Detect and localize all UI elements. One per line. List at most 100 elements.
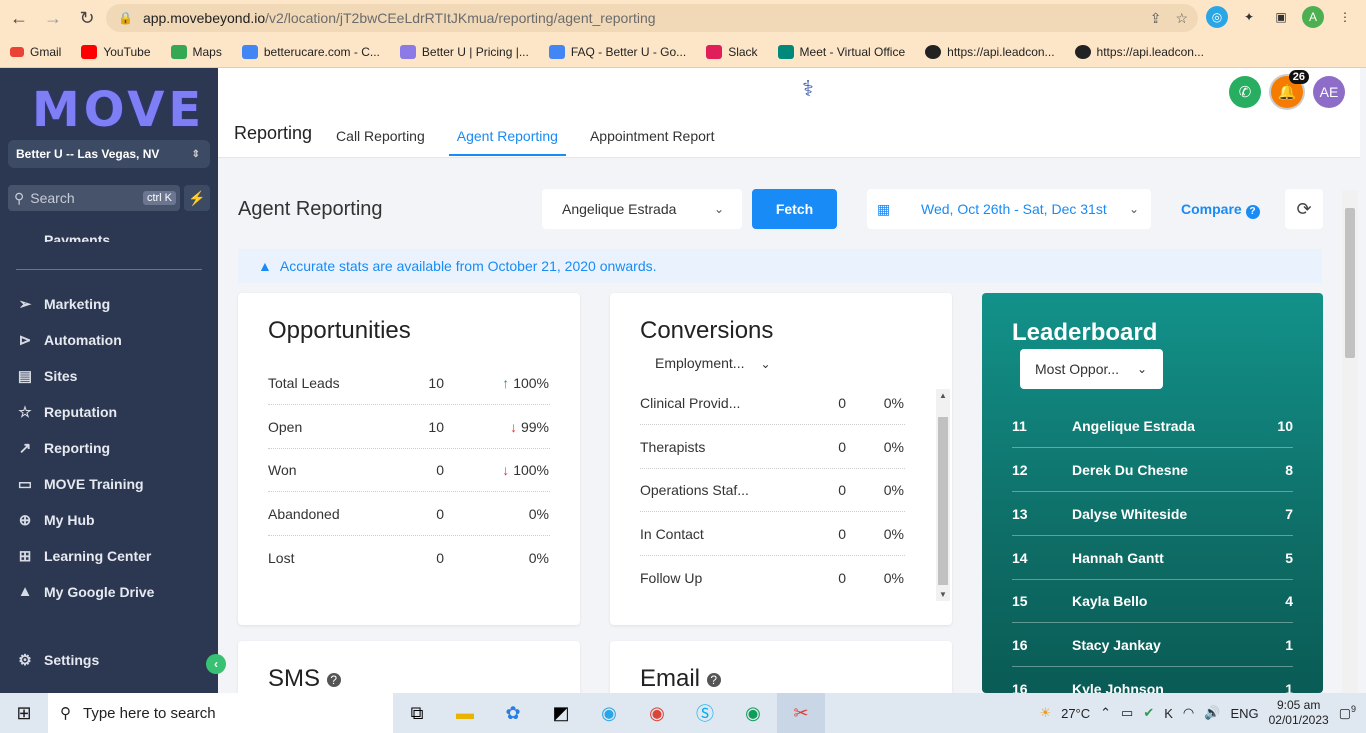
app-icon[interactable]: ✿ — [489, 693, 537, 733]
sidebar-item-learning-center[interactable]: ⊞ Learning Center — [16, 547, 152, 565]
bookmark-star-icon[interactable]: ☆ — [1175, 10, 1188, 27]
updown-icon: ⇕ — [191, 148, 200, 160]
puzzle-icon[interactable]: ✦ — [1238, 6, 1260, 28]
app-icon[interactable]: ◩ — [537, 693, 585, 733]
taskbar-search[interactable]: ⚲ Type here to search — [48, 693, 393, 733]
leaderboard-metric-select[interactable]: Most Oppor... ⌄ — [1020, 349, 1163, 389]
app-icon[interactable]: ✂ — [777, 693, 825, 733]
sidebar-search[interactable]: ⚲ Search ctrl K — [8, 185, 180, 211]
bookmark-maps[interactable]: Maps — [170, 44, 222, 59]
quick-action-icon[interactable]: ⚡ — [184, 185, 210, 211]
help-icon[interactable]: ? — [326, 672, 341, 687]
notification-center-icon[interactable]: ▢9 — [1339, 704, 1356, 721]
task-view-icon[interactable]: ⧉ — [393, 693, 441, 733]
sidebar-item-my-hub[interactable]: ⊕ My Hub — [16, 511, 95, 529]
bookmark-leadcon-2[interactable]: https://api.leadcon... — [1074, 44, 1204, 59]
sidebar-divider — [16, 269, 202, 270]
bookmark-pricing[interactable]: Better U | Pricing |... — [399, 44, 529, 59]
search-icon: ⚲ — [60, 705, 71, 722]
forward-icon[interactable]: → — [38, 3, 68, 33]
notifications-button[interactable]: 🔔 26 — [1271, 70, 1309, 108]
clock[interactable]: 9:05 am 02/01/2023 — [1269, 698, 1329, 728]
bookmark-leadcon-1[interactable]: https://api.leadcon... — [925, 44, 1055, 59]
leaderboard-row: 13 Dalyse Whiteside 7 — [1012, 492, 1293, 536]
shield-icon[interactable]: ✔ — [1143, 705, 1154, 721]
browser-toolbar: ← → ↻ 🔒 app.movebeyond.io/v2/location/jT… — [0, 0, 1366, 36]
table-row: Won 0 ↓ 100% — [268, 448, 550, 492]
location-select[interactable]: Better U -- Las Vegas, NV ⇕ — [8, 140, 210, 168]
section-title: Reporting — [234, 123, 313, 143]
bookmark-betterucare[interactable]: betterucare.com - C... — [241, 44, 380, 59]
sidebar-item-settings[interactable]: ⚙ Settings — [16, 651, 99, 669]
extension-icon[interactable]: ◎ — [1206, 6, 1228, 28]
sidebar-item-payments[interactable]: Payments — [16, 228, 110, 242]
search-icon: ⚲ — [14, 189, 25, 206]
scroll-up-icon[interactable]: ▲ — [939, 391, 947, 400]
address-bar[interactable]: 🔒 app.movebeyond.io/v2/location/jT2bwCEe… — [106, 4, 1198, 32]
star-icon: ☆ — [18, 404, 32, 421]
chrome-icon[interactable]: ◉ — [633, 693, 681, 733]
bookmark-faq[interactable]: FAQ - Better U - Go... — [548, 44, 686, 59]
table-row: Total Leads 10 ↑ 100% — [268, 361, 550, 405]
bookmark-youtube[interactable]: YouTube — [81, 44, 151, 59]
scrollbar-thumb[interactable] — [1345, 208, 1355, 358]
file-explorer-icon[interactable]: ▬ — [441, 693, 489, 733]
sidebar-item-reputation[interactable]: ☆ Reputation — [16, 403, 117, 421]
gear-icon: ⚙ — [18, 652, 32, 669]
sidepanel-icon[interactable]: ▣ — [1270, 6, 1292, 28]
agent-select[interactable]: Angelique Estrada ⌄ — [542, 189, 742, 229]
sidebar-item-automation[interactable]: ⊳ Automation — [16, 331, 122, 349]
sidebar-item-reporting[interactable]: ↗ Reporting — [16, 439, 110, 457]
collapse-sidebar-button[interactable]: ‹ — [206, 654, 226, 674]
fetch-button[interactable]: Fetch — [752, 189, 837, 229]
profile-avatar[interactable]: A — [1302, 6, 1324, 28]
send-icon: ➢ — [18, 296, 32, 313]
compare-button[interactable]: Compare ? — [1181, 201, 1260, 219]
user-avatar[interactable]: AE — [1313, 76, 1345, 108]
warning-icon: ▲ — [258, 258, 272, 274]
scrollbar-thumb[interactable] — [938, 417, 948, 585]
scroll-down-icon[interactable]: ▼ — [939, 590, 947, 599]
notifications-badge: 26 — [1288, 70, 1309, 84]
sms-card: SMS ? — [238, 641, 580, 693]
chevron-down-icon: ⌄ — [1136, 362, 1147, 376]
page-scrollbar[interactable] — [1342, 190, 1358, 693]
chrome-icon[interactable]: ◉ — [729, 693, 777, 733]
share-icon[interactable]: ⇪ — [1150, 10, 1162, 27]
conversions-scrollbar[interactable]: ▲ ▼ — [936, 389, 950, 601]
wifi-icon[interactable]: ◠ — [1183, 705, 1194, 721]
chevron-left-icon: ‹ — [214, 657, 218, 671]
windows-start-icon[interactable]: ⊞ — [0, 693, 48, 733]
help-icon[interactable]: ? — [706, 672, 721, 687]
tab-agent-reporting[interactable]: Agent Reporting — [448, 128, 566, 156]
menu-icon[interactable]: ⋮ — [1334, 6, 1356, 28]
info-banner: ▲ Accurate stats are available from Octo… — [238, 249, 1322, 283]
battery-icon[interactable]: ▭ — [1121, 705, 1133, 721]
bookmark-meet[interactable]: Meet - Virtual Office — [777, 44, 905, 59]
app-tray-icon[interactable]: K — [1164, 706, 1173, 721]
arrow-down-icon: ↓ — [502, 461, 514, 478]
refresh-button[interactable]: ⟳ — [1285, 189, 1323, 229]
skype-icon[interactable]: Ⓢ — [681, 693, 729, 733]
sidebar-item-sites[interactable]: ▤ Sites — [16, 367, 78, 385]
table-row: Lost 0 0% — [268, 550, 549, 566]
leaderboard-row: 12 Derek Du Chesne 8 — [1012, 448, 1293, 492]
language-indicator[interactable]: ENG — [1230, 706, 1258, 721]
bookmark-slack[interactable]: Slack — [706, 44, 758, 59]
back-icon[interactable]: ← — [4, 3, 34, 33]
pipeline-select[interactable]: Employment... ⌄ — [655, 355, 771, 371]
date-range-picker[interactable]: ▦ Wed, Oct 26th - Sat, Dec 31st ⌄ — [867, 189, 1151, 229]
sidebar-item-move-training[interactable]: ▭ MOVE Training — [16, 475, 144, 493]
card-title: Conversions — [640, 317, 774, 344]
bookmark-gmail[interactable]: Gmail — [10, 45, 61, 59]
volume-icon[interactable]: 🔊 — [1204, 705, 1220, 721]
app-icon[interactable]: ◉ — [585, 693, 633, 733]
sidebar-item-google-drive[interactable]: ▲ My Google Drive — [16, 583, 155, 600]
phone-button[interactable]: ✆ — [1229, 76, 1261, 108]
chevron-up-icon[interactable]: ⌃ — [1100, 705, 1111, 721]
sidebar-item-marketing[interactable]: ➢ Marketing — [16, 295, 110, 313]
tab-call-reporting[interactable]: Call Reporting — [336, 128, 425, 156]
leaderboard-row: 15 Kayla Bello 4 — [1012, 579, 1293, 623]
tab-appointment-report[interactable]: Appointment Report — [590, 128, 715, 156]
reload-icon[interactable]: ↻ — [72, 3, 102, 33]
